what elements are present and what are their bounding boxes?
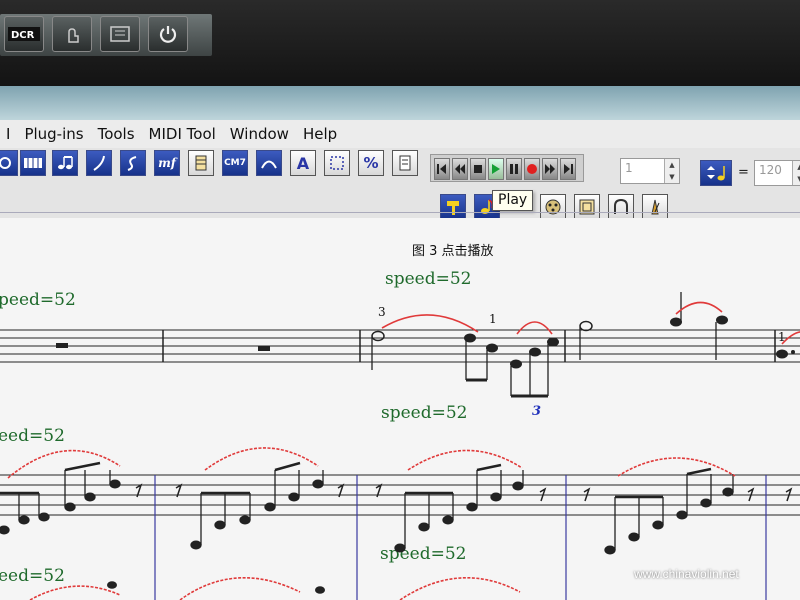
whole-rest [258,346,270,351]
notes-system-2 [0,461,793,555]
staff-system-2 [0,474,800,600]
slurs-system-2 [7,447,736,479]
notes-measure-4 [579,292,795,360]
notes-system-3 [107,581,325,594]
arpeggio-group [190,461,324,550]
slurs-system-3 [29,577,521,600]
staff-system-1 [0,329,800,363]
arpeggio-group [604,467,734,555]
watermark: www.chinaviolin.net [634,567,739,581]
whole-rest [56,343,68,348]
arpeggio-group [394,463,524,553]
music-staves [0,292,800,600]
arpeggio-group [0,461,121,535]
notes-measure-3 [371,330,559,398]
